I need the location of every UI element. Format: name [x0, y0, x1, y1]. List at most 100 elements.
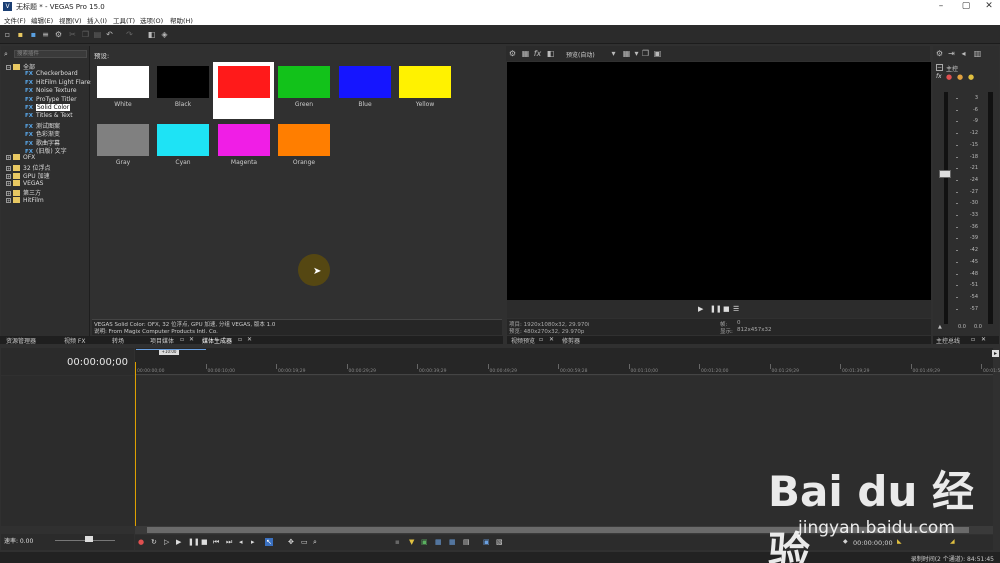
expand-icon[interactable]: +: [6, 155, 11, 160]
ignore-grouping-icon[interactable]: ▧: [496, 538, 503, 546]
downmix-icon[interactable]: ⇥: [947, 49, 956, 58]
envelope-tool-icon[interactable]: ✥: [288, 538, 294, 546]
tree-folder[interactable]: + OFX: [6, 154, 35, 161]
mute-icon[interactable]: ●: [946, 73, 952, 81]
chevron-down-icon[interactable]: ▾: [632, 49, 641, 58]
preset-swatch-yellow[interactable]: [399, 66, 451, 98]
expand-icon[interactable]: ▸: [992, 350, 999, 357]
menu-insert[interactable]: 插入(I): [87, 15, 107, 25]
tab-transitions[interactable]: 转场: [112, 336, 124, 345]
plugin-item[interactable]: FX Noise Texture: [25, 87, 77, 94]
automation-icon[interactable]: ●: [968, 73, 974, 81]
preset-swatch-white[interactable]: [97, 66, 149, 98]
lock-icon[interactable]: ▪: [395, 538, 400, 546]
tab-close-icon[interactable]: ✕: [549, 336, 554, 343]
preset-swatch-gray[interactable]: [97, 124, 149, 156]
play-icon[interactable]: ▶: [176, 538, 181, 546]
preset-swatch-green[interactable]: [278, 66, 330, 98]
tab-video-preview[interactable]: 视频预览: [511, 336, 535, 345]
expand-icon[interactable]: +: [6, 180, 11, 186]
playhead-cursor[interactable]: [135, 362, 136, 526]
properties-icon[interactable]: ≡: [41, 30, 50, 39]
prev-frame-icon[interactable]: ◂: [239, 538, 243, 546]
grid-icon[interactable]: ▦: [622, 49, 631, 58]
tab-close-icon[interactable]: ✕: [247, 336, 252, 343]
menu-view[interactable]: 视图(V): [59, 15, 82, 25]
plugin-item[interactable]: FX ProType Titler: [25, 96, 77, 103]
minimize-icon[interactable]: –: [928, 0, 954, 13]
fader-lock-icon[interactable]: ▲: [938, 324, 942, 330]
menu-options[interactable]: 选项(O): [140, 15, 163, 25]
plugin-item[interactable]: FX Checkerboard: [25, 70, 78, 77]
cut-icon[interactable]: ✂: [68, 30, 77, 39]
settings-icon[interactable]: ⚙: [508, 49, 517, 58]
preset-swatch-blue[interactable]: [339, 66, 391, 98]
go-to-end-icon[interactable]: ⏭: [226, 538, 232, 547]
fx-button-icon[interactable]: fx: [533, 49, 542, 58]
help-icon[interactable]: ◈: [160, 30, 169, 39]
save-snapshot-icon[interactable]: ▣: [653, 49, 662, 58]
settings-icon[interactable]: ⚙: [54, 30, 63, 39]
tab-close-icon[interactable]: ✕: [981, 336, 986, 343]
next-frame-icon[interactable]: ▸: [251, 538, 255, 546]
redo-icon[interactable]: ↷: [125, 30, 134, 39]
fx-icon[interactable]: fx: [936, 73, 942, 80]
copy-snapshot-icon[interactable]: ❐: [641, 49, 650, 58]
master-fader[interactable]: [939, 170, 951, 178]
tab-explorer[interactable]: 资源管理器: [6, 336, 36, 345]
tab-video-fx[interactable]: 视频 FX: [64, 336, 85, 345]
tab-trimmer[interactable]: 修剪器: [562, 336, 580, 345]
expand-icon[interactable]: +: [6, 165, 11, 171]
options-icon[interactable]: ▦: [521, 49, 530, 58]
preset-swatch-orange[interactable]: [278, 124, 330, 156]
expand-icon[interactable]: +: [6, 197, 11, 203]
record-icon[interactable]: ●: [138, 538, 144, 546]
save-icon[interactable]: ▪: [29, 30, 38, 39]
render-icon[interactable]: ◧: [147, 30, 156, 39]
plugin-item[interactable]: FX HitFilm Light Flares: [25, 79, 93, 86]
menu-edit[interactable]: 编辑(E): [31, 15, 53, 25]
crossfade-icon[interactable]: ▤: [463, 538, 470, 546]
tab-close-icon[interactable]: ✕: [189, 336, 194, 343]
expand-icon[interactable]: +: [6, 174, 11, 179]
loop-icon[interactable]: ↻: [151, 538, 157, 546]
tab-undock-icon[interactable]: ▫: [180, 336, 184, 343]
plugin-item[interactable]: FX Titles & Text: [25, 112, 73, 119]
tree-folder[interactable]: + VEGAS: [6, 179, 43, 187]
rate-slider-thumb[interactable]: [85, 536, 93, 542]
selection-tool-icon[interactable]: ▭: [301, 538, 308, 546]
play-from-start-icon[interactable]: ▷: [164, 538, 169, 546]
play-icon[interactable]: ▶: [698, 305, 703, 313]
undo-icon[interactable]: ↶: [105, 30, 114, 39]
plugin-search-input[interactable]: 搜索插件: [14, 50, 87, 58]
tab-project-media[interactable]: 项目媒体: [150, 336, 174, 345]
menu-tools[interactable]: 工具(T): [113, 15, 135, 25]
open-icon[interactable]: ▪: [16, 30, 25, 39]
normal-edit-tool-icon[interactable]: ↖: [265, 538, 273, 546]
close-icon[interactable]: ✕: [976, 0, 1000, 13]
preset-swatch-red[interactable]: [218, 66, 270, 98]
region-icon[interactable]: ▣: [421, 538, 428, 546]
tab-undock-icon[interactable]: ▫: [238, 336, 242, 343]
expand-icon[interactable]: +: [6, 191, 11, 196]
solo-icon[interactable]: ●: [957, 73, 963, 81]
stop-icon[interactable]: ■: [201, 538, 208, 546]
stop-icon[interactable]: ■: [723, 305, 730, 313]
preset-swatch-cyan[interactable]: [157, 124, 209, 156]
go-to-start-icon[interactable]: ⏮: [213, 538, 219, 547]
menu-file[interactable]: 文件(F): [4, 15, 26, 25]
tab-master-bus[interactable]: 主控总线: [936, 336, 960, 345]
settings-icon[interactable]: ⚙: [935, 49, 944, 58]
split-icon[interactable]: ◧: [546, 49, 555, 58]
tab-undock-icon[interactable]: ▫: [971, 336, 975, 343]
copy-icon[interactable]: ❐: [81, 30, 90, 39]
tab-undock-icon[interactable]: ▫: [539, 336, 543, 343]
preview-quality-select[interactable]: 预览(自动): [566, 50, 595, 59]
tree-folder[interactable]: + HitFilm: [6, 196, 44, 204]
auto-ripple-icon[interactable]: ▦: [449, 538, 456, 546]
zoom-tool-icon[interactable]: ⌕: [313, 538, 317, 547]
menu-help[interactable]: 帮助(H): [170, 15, 193, 25]
menu-icon[interactable]: ☰: [733, 305, 739, 313]
plugin-item-selected[interactable]: FX Solid Color: [25, 103, 71, 111]
lock-envelopes-icon[interactable]: ▣: [483, 538, 490, 546]
